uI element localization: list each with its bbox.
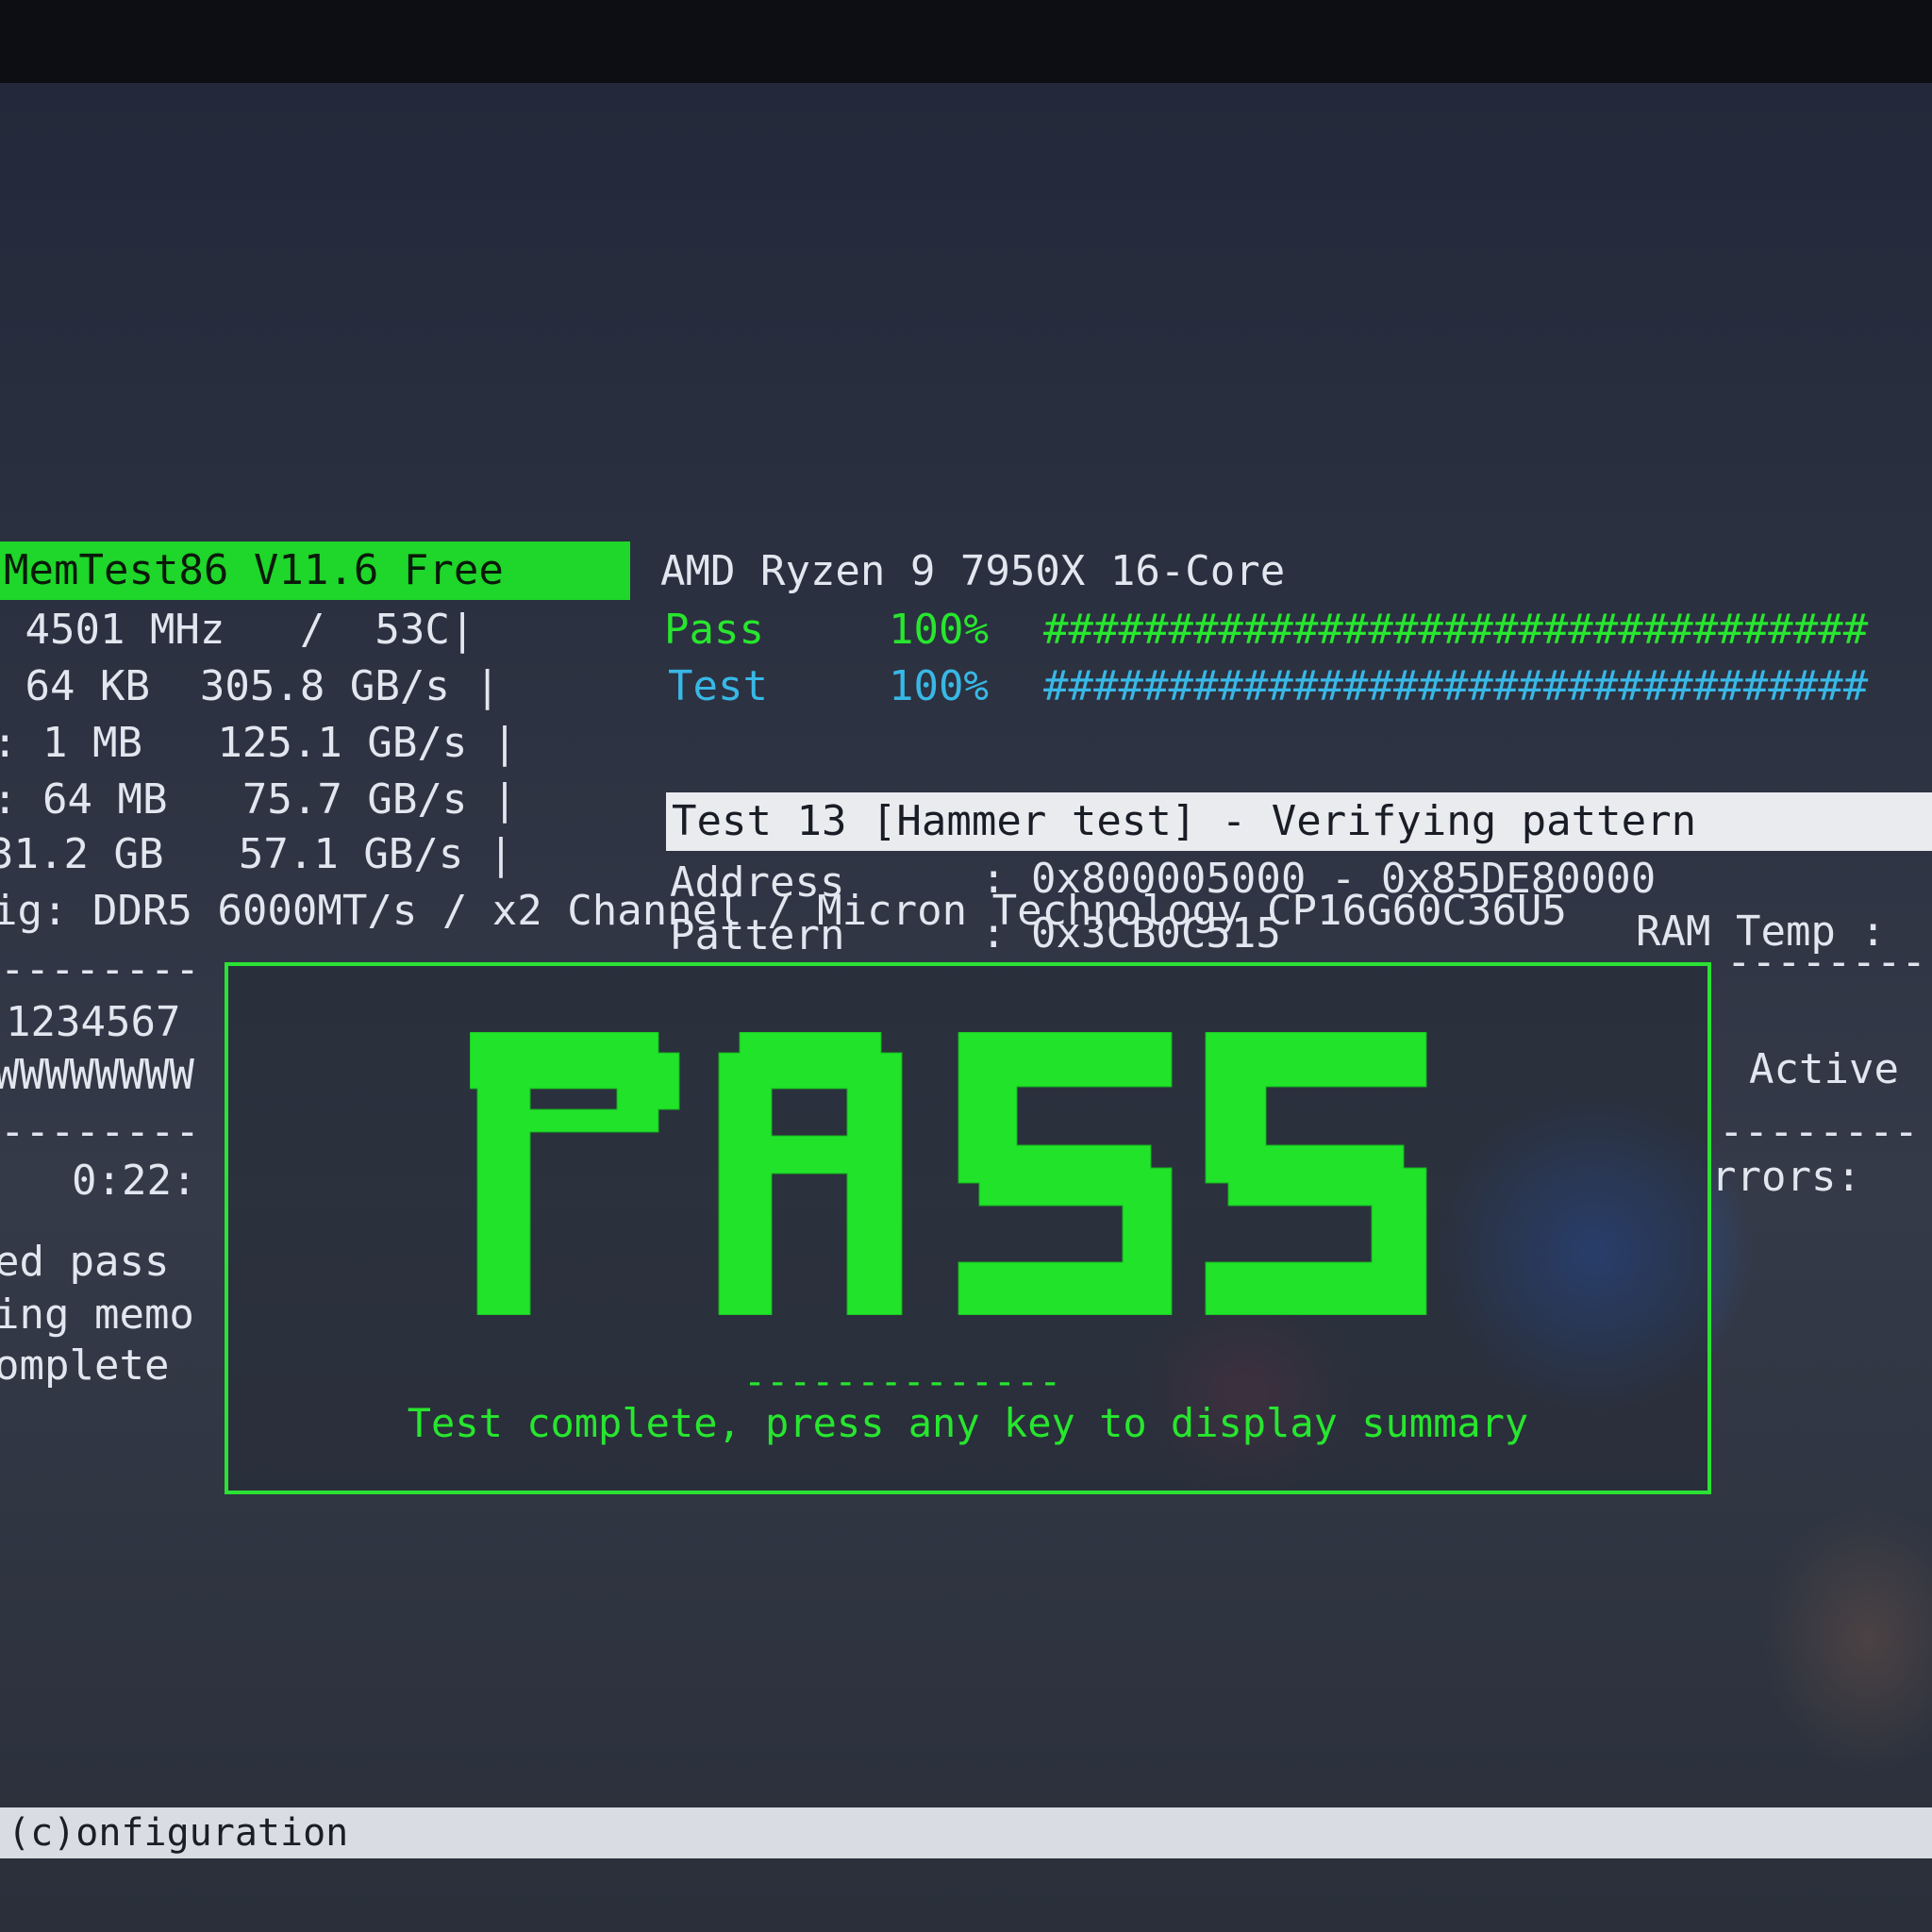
log-line-1: ed pass xyxy=(0,1238,170,1286)
log-line-3: omplete xyxy=(0,1341,170,1390)
pass-label: Pass xyxy=(664,606,764,654)
pass-status-graphic xyxy=(470,1032,1427,1315)
footer-hint[interactable]: (c)onfiguration xyxy=(0,1807,1932,1858)
test-percent: 100% xyxy=(889,662,989,710)
active-label: Active xyxy=(1749,1045,1899,1093)
address-label: Address xyxy=(670,858,845,907)
pass-letter-s xyxy=(958,1032,1173,1315)
pattern-value: : 0x3CB0C515 xyxy=(981,909,1281,958)
pass-percent: 100% xyxy=(889,606,989,654)
pattern-label: Pattern xyxy=(670,911,845,959)
core-states: WWWWWWWW xyxy=(0,1051,194,1099)
left-divider-mid: -------- xyxy=(0,1108,200,1156)
test-label: Test xyxy=(668,662,768,710)
pass-letter-a xyxy=(718,1032,903,1315)
log-line-2: ing memo xyxy=(0,1291,194,1339)
core-numbers: 1234567 xyxy=(6,998,181,1046)
right-divider-top: -------- xyxy=(1726,938,1926,986)
address-value: : 0x800005000 - 0x85DE80000 xyxy=(981,855,1657,903)
l3-cache-stats: : 64 MB 75.7 GB/s | xyxy=(0,775,518,824)
pass-letter-s-2 xyxy=(1205,1032,1427,1315)
pass-progress-bar: ################################# xyxy=(1043,606,1869,654)
cpu-name: AMD Ryzen 9 7950X 16-Core xyxy=(660,547,1286,595)
cpu-clock-temp: 4501 MHz / 53C| xyxy=(0,606,475,654)
test-progress-bar: ################################# xyxy=(1043,662,1869,710)
app-title: MemTest86 V11.6 Free xyxy=(0,541,630,600)
memtest-screen: MemTest86 V11.6 Free AMD Ryzen 9 7950X 1… xyxy=(0,83,1932,1932)
result-divider: -------------- xyxy=(743,1360,1062,1404)
result-panel: -------------- Test complete, press any … xyxy=(225,962,1711,1494)
left-divider-top: -------- xyxy=(0,945,200,993)
errors-label: rrors: xyxy=(1711,1153,1861,1201)
current-test-title: Test 13 [Hammer test] - Verifying patter… xyxy=(666,792,1932,851)
memory-stats: 31.2 GB 57.1 GB/s | xyxy=(0,830,514,878)
pass-letter-p xyxy=(470,1032,680,1315)
result-message: Test complete, press any key to display … xyxy=(407,1400,1529,1446)
l2-cache-stats: : 1 MB 125.1 GB/s | xyxy=(0,719,518,767)
l1-cache-stats: 64 KB 305.8 GB/s | xyxy=(0,662,500,710)
elapsed-time: 0:22: xyxy=(72,1157,197,1205)
